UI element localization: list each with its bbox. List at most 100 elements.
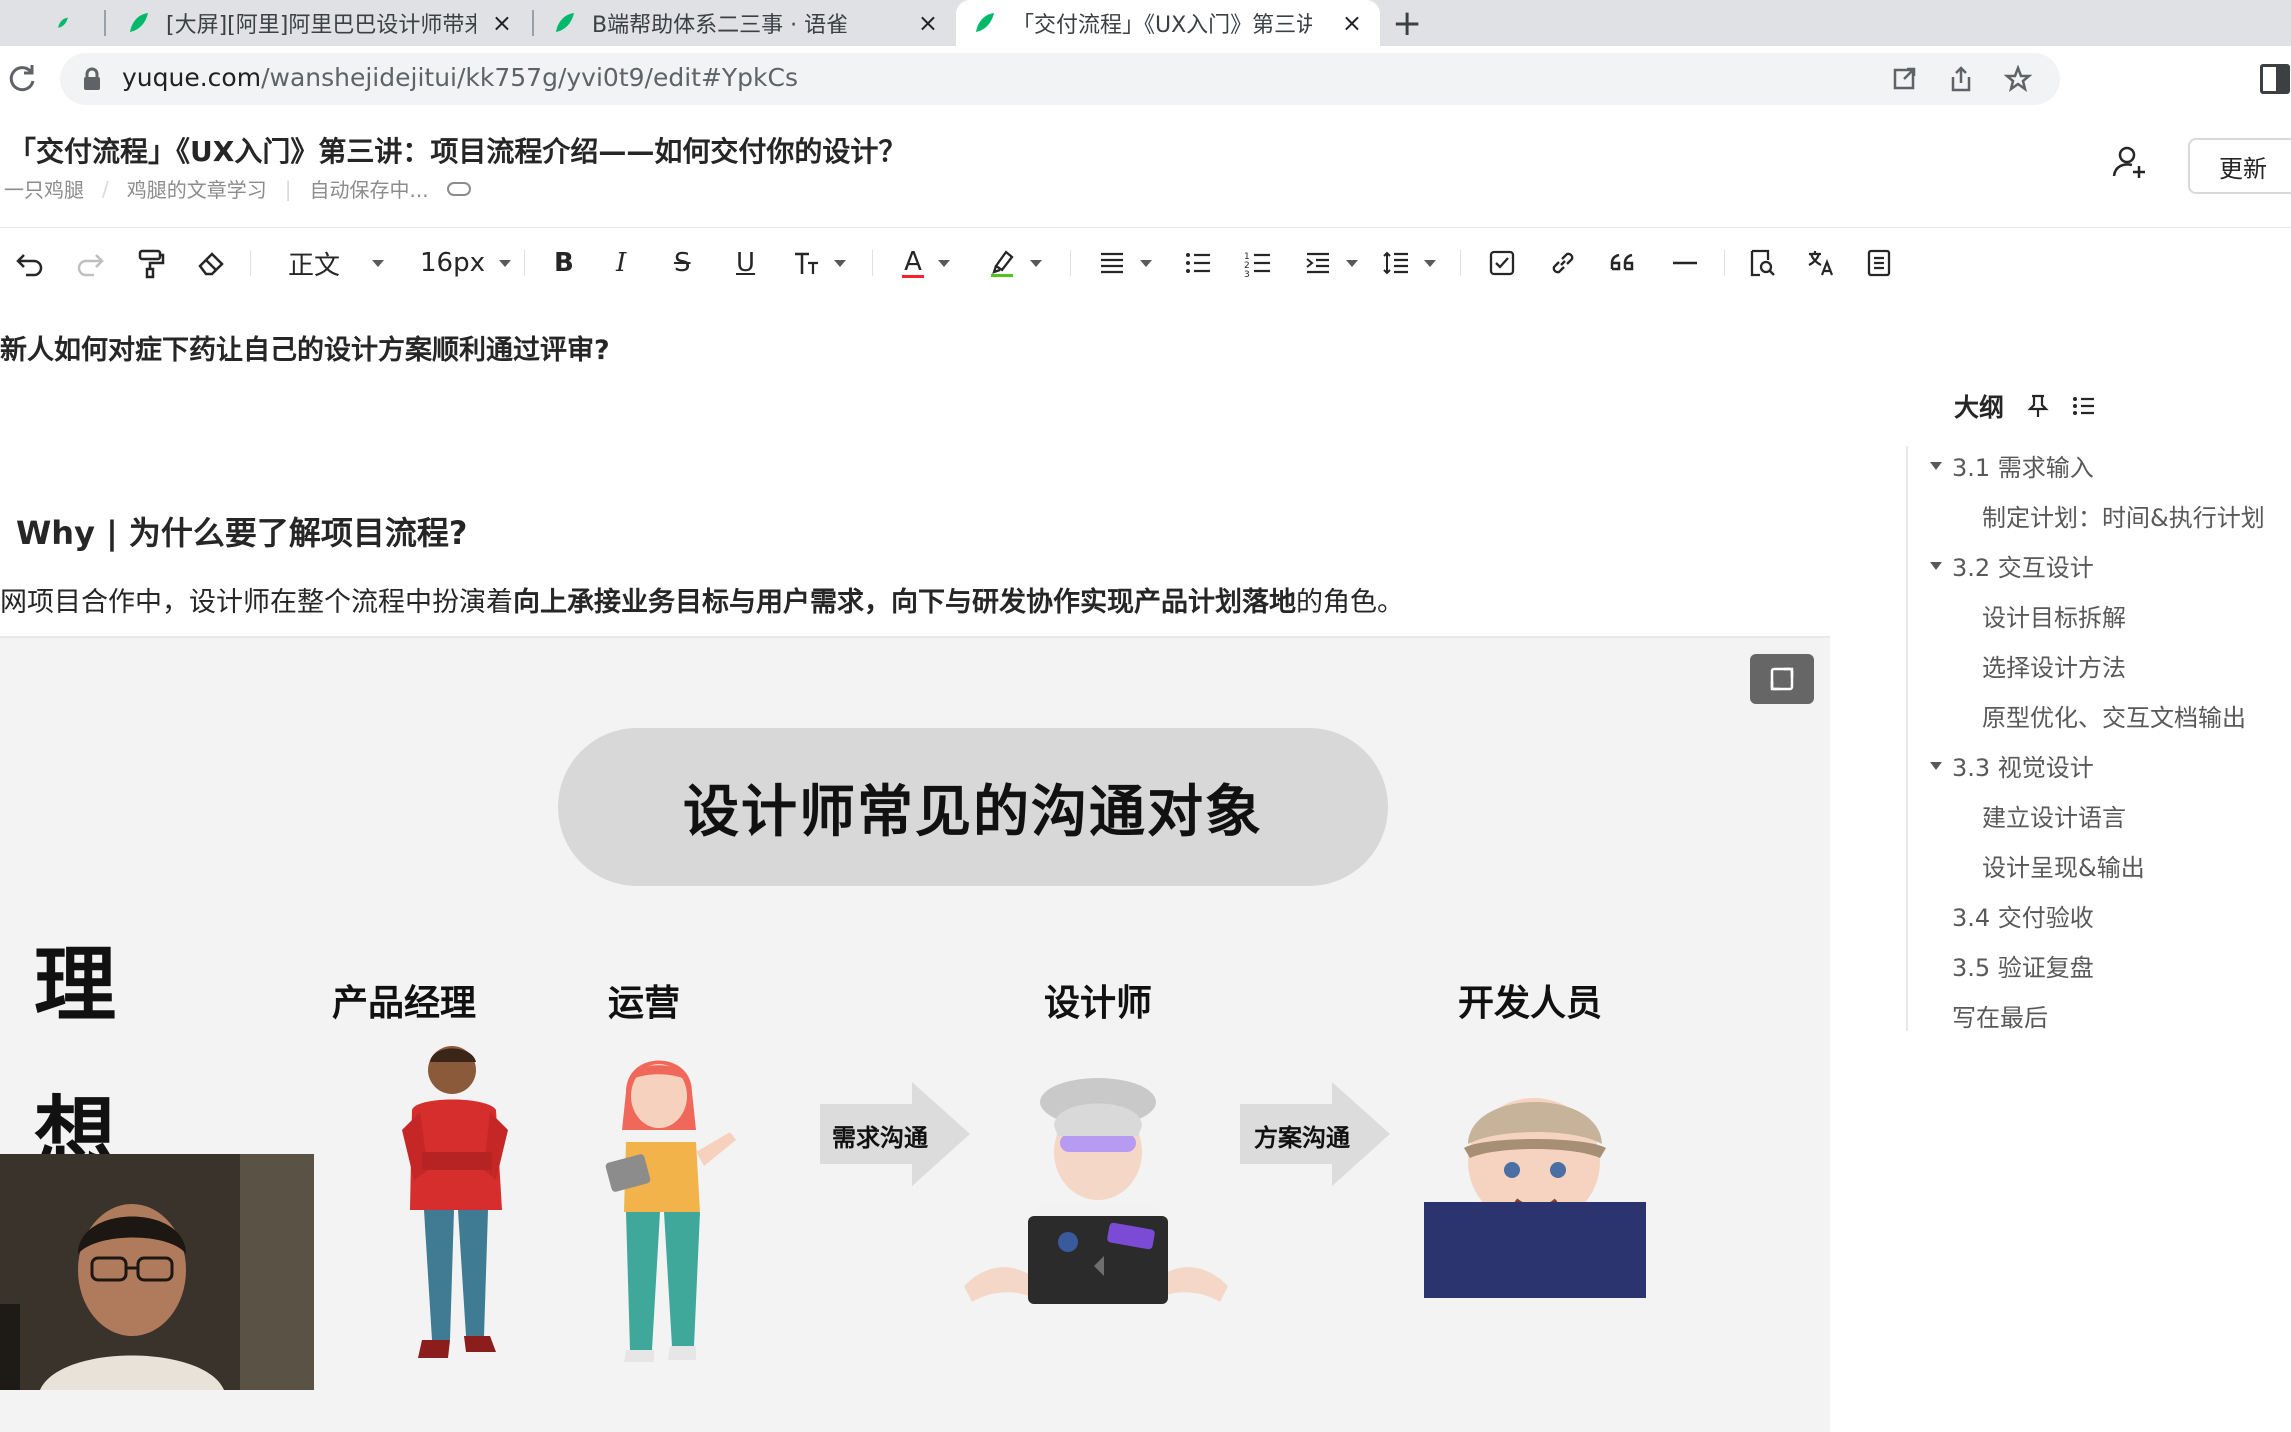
book-link[interactable]: 鸡腿的文章学习 <box>127 174 267 203</box>
side-panel-icon[interactable] <box>2260 64 2290 94</box>
outline-panel: 大纲 3.1 需求输入 制定计划：时间&执行计划 3.2 交互设计 设计目标拆解… <box>1880 298 2291 1432</box>
role-designer: 设计师 <box>1044 983 1153 1024</box>
outline-divider <box>1906 446 1908 1031</box>
close-tab-icon[interactable]: × <box>918 9 938 37</box>
underline-button[interactable]: U <box>736 246 755 280</box>
tab-label: [大屏][阿里]阿里巴巴设计师带来 <box>166 13 476 38</box>
subheading-text[interactable]: 新人如何对症下药让自己的设计方案顺利通过评审? <box>0 328 610 367</box>
document-icon[interactable] <box>1866 246 1892 280</box>
doc-breadcrumb: 一只鸡腿 / 鸡腿的文章学习 | 自动保存中... <box>4 174 471 203</box>
numbered-list-icon[interactable]: 123 <box>1244 246 1272 280</box>
text-size-icon <box>795 252 818 274</box>
chevron-down-icon <box>498 259 511 267</box>
outline-item[interactable]: 3.3 视觉设计 <box>1930 748 2094 783</box>
lock-icon[interactable] <box>82 67 102 91</box>
developer-illustration <box>1424 1098 1646 1298</box>
yuque-logo-icon <box>130 13 148 32</box>
expand-image-button[interactable] <box>1750 654 1814 704</box>
font-color-button[interactable]: A <box>902 246 950 280</box>
browser-tab-1[interactable]: [大屏][阿里]阿里巴巴设计师带来 × <box>110 0 530 46</box>
chevron-down-icon <box>1140 259 1152 267</box>
open-in-app-icon[interactable] <box>1892 65 1918 91</box>
document-header: 「交付流程」《UX入门》第三讲：项目流程介绍——如何交付你的设计？ 一只鸡腿 /… <box>0 112 2291 228</box>
quote-icon[interactable] <box>1608 246 1638 280</box>
task-checkbox-icon[interactable] <box>1488 246 1516 280</box>
arrow-solution-label: 方案沟通 <box>1254 1124 1350 1152</box>
tab-label: B端帮助体系二三事 · 语雀 <box>592 13 849 38</box>
doc-title[interactable]: 「交付流程」《UX入门》第三讲：项目流程介绍——如何交付你的设计？ <box>8 130 906 170</box>
outline-title: 大纲 <box>1954 393 2005 422</box>
find-replace-icon[interactable] <box>1748 246 1776 280</box>
outline-item[interactable]: 写在最后 <box>1952 998 2048 1033</box>
role-product-manager: 产品经理 <box>332 983 477 1024</box>
clear-format-icon[interactable] <box>196 246 226 280</box>
cloud-icon <box>446 181 471 196</box>
browser-tab-2[interactable]: B端帮助体系二三事 · 语雀 × <box>536 0 956 46</box>
role-developer: 开发人员 <box>1458 983 1603 1024</box>
breadcrumb-separator: / <box>102 176 109 201</box>
pin-icon[interactable] <box>2026 393 2050 419</box>
add-collaborator-icon[interactable] <box>2110 142 2150 182</box>
collapse-caret-icon[interactable] <box>1930 561 1942 570</box>
close-tab-icon[interactable]: × <box>492 9 512 37</box>
yuque-logo-icon <box>976 13 994 32</box>
outline-item[interactable]: 3.1 需求输入 <box>1930 448 2094 483</box>
section-heading[interactable]: Why | 为什么要了解项目流程? <box>16 508 467 554</box>
paragraph-text[interactable]: 网项目合作中，设计师在整个流程中扮演着向上承接业务目标与用户需求，向下与研发协作… <box>0 580 1404 619</box>
indent-icon <box>1306 252 1329 274</box>
line-height-menu[interactable] <box>1382 246 1436 280</box>
update-button[interactable]: 更新 <box>2188 138 2291 194</box>
collapse-caret-icon[interactable] <box>1930 461 1942 470</box>
outline-item[interactable]: 建立设计语言 <box>1982 798 2126 833</box>
outline-header: 大纲 <box>1954 388 2096 424</box>
share-icon[interactable] <box>1948 65 1974 93</box>
chevron-down-icon <box>1030 259 1042 267</box>
close-tab-icon[interactable]: × <box>1342 9 1362 37</box>
chevron-down-icon <box>1346 259 1358 267</box>
author-link[interactable]: 一只鸡腿 <box>4 174 84 203</box>
breadcrumb-separator: | <box>284 176 292 201</box>
browser-tab-active[interactable]: 「交付流程」《UX入门》第三讲 × <box>956 0 1380 46</box>
outline-item[interactable]: 设计呈现&输出 <box>1982 848 2145 883</box>
outline-item[interactable]: 3.5 验证复盘 <box>1952 948 2094 983</box>
left-label-char: 理 <box>34 938 117 1033</box>
outline-item[interactable]: 制定计划：时间&执行计划 <box>1982 498 2265 533</box>
divider-line-icon[interactable] <box>1670 246 1700 280</box>
redo-icon[interactable] <box>74 246 106 280</box>
bold-button[interactable]: B <box>554 246 574 280</box>
outline-list-icon[interactable] <box>2072 394 2096 418</box>
outline-item[interactable]: 选择设计方法 <box>1982 648 2126 683</box>
font-color-icon: A <box>904 246 922 277</box>
undo-icon[interactable] <box>14 246 46 280</box>
format-painter-icon[interactable] <box>136 246 166 280</box>
align-menu[interactable] <box>1098 246 1152 280</box>
text-size-menu[interactable] <box>792 246 846 280</box>
paragraph-style-select[interactable]: 正文 <box>288 246 385 281</box>
url-bar[interactable]: yuque.com/wanshejidejitui/kk757g/yvi0t9/… <box>60 53 2060 105</box>
outline-item[interactable]: 设计目标拆解 <box>1982 598 2126 633</box>
strikethrough-button[interactable]: S <box>674 246 691 280</box>
italic-button[interactable]: I <box>616 246 626 280</box>
highlight-button[interactable] <box>988 246 1042 280</box>
indent-menu[interactable] <box>1304 246 1358 280</box>
collapse-caret-icon[interactable] <box>1930 761 1942 770</box>
outline-item[interactable]: 原型优化、交互文档输出 <box>1982 698 2246 733</box>
arrow-requirement-label: 需求沟通 <box>832 1124 928 1152</box>
address-bar-row: yuque.com/wanshejidejitui/kk757g/yvi0t9/… <box>0 46 2291 112</box>
pinned-tab[interactable] <box>40 0 100 46</box>
reload-icon[interactable] <box>6 62 38 94</box>
operations-illustration <box>605 1060 736 1362</box>
outline-item[interactable]: 3.4 交付验收 <box>1952 898 2094 933</box>
highlighter-icon <box>991 250 1014 277</box>
url-text[interactable]: yuque.com/wanshejidejitui/kk757g/yvi0t9/… <box>122 63 798 92</box>
bulleted-list-icon[interactable] <box>1184 246 1212 280</box>
editor-toolbar: 正文 16px B I S U A 123 <box>0 228 2291 298</box>
link-icon[interactable] <box>1548 246 1578 280</box>
translate-icon[interactable] <box>1806 246 1836 280</box>
outline-item[interactable]: 3.2 交互设计 <box>1930 548 2094 583</box>
figure-title: 设计师常见的沟通对象 <box>558 728 1388 886</box>
role-operations: 运营 <box>608 983 681 1024</box>
bookmark-star-icon[interactable] <box>2004 65 2032 93</box>
new-tab-button[interactable]: + <box>1392 0 1422 46</box>
font-size-select[interactable]: 16px <box>420 246 511 280</box>
